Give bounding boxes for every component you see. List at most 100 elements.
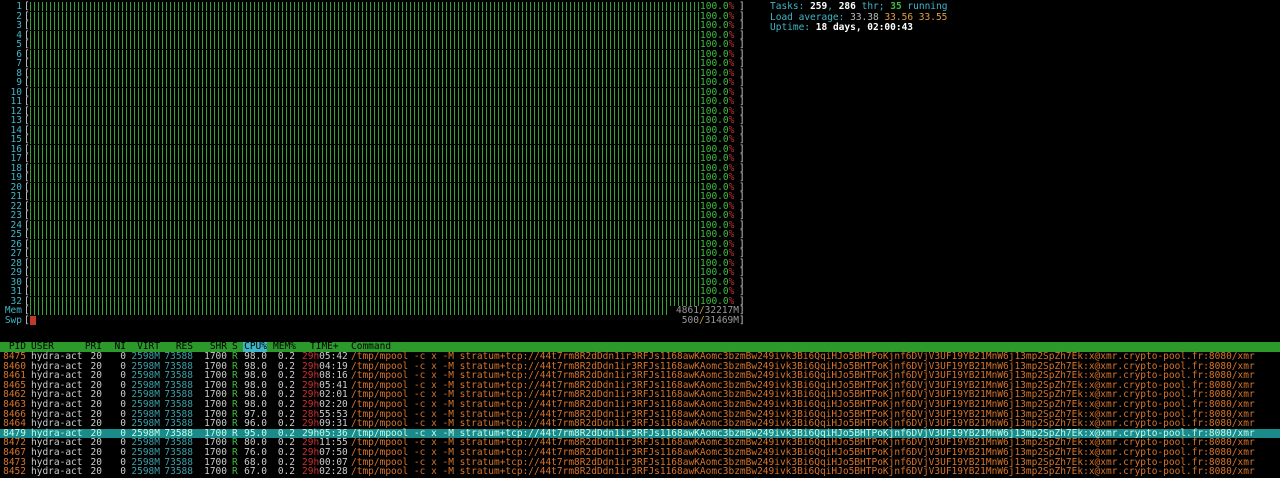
swap-bracket-close: ] [739,314,745,326]
process-user: hydra-act [31,466,83,478]
process-mem: 0.2 [277,446,295,458]
process-row[interactable]: 8452 hydra-act 20 0 2598M 73588 1700 R 67.0 0.2 29… [0,467,1280,477]
cpu-meter: 14[100.0%] [0,125,745,136]
cpu-meter: 22[100.0%] [0,201,745,212]
running-count: 35 [890,1,902,12]
cpu-meter: 11[100.0%] [0,97,745,107]
cpu-meter: 3[100.0%] [0,21,745,31]
swap-text: 500/31469M [682,314,739,326]
cpu-bar [30,125,702,135]
cpu-bar [30,68,702,78]
process-nice: 0 [120,446,126,458]
cpu-bar [30,59,702,68]
cpu-bar [30,230,702,239]
mem-bar [30,306,670,315]
cpu-bar [30,277,702,287]
process-shr: 1700 [204,446,227,458]
cpu-meter: 4[100.0%] [0,30,745,41]
cpu-meter: 8[100.0%] [0,68,745,79]
uptime-label: Uptime: [770,22,811,33]
cpu-meter: 15[100.0%] [0,135,745,145]
cpu-bar [30,21,702,30]
cpu-meter: 16[100.0%] [0,144,745,155]
cpu-bar [30,97,702,106]
swap-total: 31469M [704,314,739,326]
process-mem: 0.2 [277,466,295,478]
cpu-bar [30,249,702,258]
thread-label: thr; [861,1,885,12]
cpu-bar [30,40,702,49]
cpu-bar [30,239,702,249]
uptime-value: 18 days, 02:00:43 [815,22,914,33]
cpu-bar [30,106,702,116]
process-res: 73588 [164,446,193,458]
cpu-meter: 23[100.0%] [0,211,745,221]
process-cpu: 76.0 [244,446,267,458]
load-15: 33.55 [918,11,948,23]
uptime-line: Uptime: 18 days, 02:00:43 [770,22,947,34]
cpu-meter: 27[100.0%] [0,249,745,259]
cpu-bar [30,287,702,296]
tasks-count: 259 [810,1,828,12]
process-command: /tmp/mpool -c x -M stratum+tcp://44t7rm8… [351,466,1255,478]
process-time-minutes: 02:28 [319,466,348,478]
tasks-label: Tasks: [770,1,805,12]
cpu-bar [30,296,702,306]
cpu-meter: 20[100.0%] [0,182,745,193]
process-pid: 8467 [3,446,26,458]
process-list: 8475 hydra-act 20 0 2598M 73588 1700 R 98.0 0.2 29… [0,352,1280,477]
cpu-bar [30,211,702,220]
cpu-meter: 5[100.0%] [0,40,745,50]
cpu-meter: 7[100.0%] [0,59,745,69]
cpu-bar [30,258,702,268]
cpu-meter: 26[100.0%] [0,239,745,250]
cpu-meter: 10[100.0%] [0,87,745,98]
cpu-meter: 13[100.0%] [0,116,745,126]
cpu-bar [30,2,702,11]
cpu-meter: 32[100.0%] [0,296,745,307]
process-priority: 20 [90,446,102,458]
cpu-meter: 29[100.0%] [0,268,745,278]
cpu-bar [30,154,702,163]
cpu-meter: 31[100.0%] [0,287,745,297]
swap-meter: Swp [ 500/31469M ] [0,314,745,326]
process-time-hours: 29h [302,466,320,478]
cpu-meter: 12[100.0%] [0,106,745,117]
running-label: running [907,1,948,12]
cpu-meter: 19[100.0%] [0,173,745,183]
swap-bar [30,315,36,325]
cpu-bar [30,201,702,211]
swap-label: Swp [4,314,22,326]
process-cpu: 67.0 [244,466,267,478]
cpu-bar [30,268,702,277]
process-res: 73588 [164,466,193,478]
cpu-bar [30,30,702,40]
swap-bracket-open: [ [24,314,30,326]
cpu-bar [30,173,702,182]
cpu-bar [30,163,702,173]
cpu-meter: 30[100.0%] [0,277,745,288]
mem-meter: Mem [ 4861/32217M ] [0,306,745,316]
cpu-meters: 1[100.0%] 2[100.0%] 3[100.0%] 4[100.0%] 5[10… [0,2,745,306]
process-virt: 2598M [131,446,160,458]
cpu-meter: 9[100.0%] [0,78,745,88]
cpu-bar [30,116,702,125]
process-nice: 0 [120,466,126,478]
process-state: R [232,466,238,478]
cpu-bar [30,220,702,230]
cpu-meter: 28[100.0%] [0,258,745,269]
cpu-bar [30,87,702,97]
cpu-bar [30,49,702,59]
tasks-sep: , [827,1,833,12]
cpu-meter: 25[100.0%] [0,230,745,240]
meters-panel: 1[100.0%] 2[100.0%] 3[100.0%] 4[100.0%] 5[10… [0,2,745,325]
process-priority: 20 [90,466,102,478]
process-pid: 8452 [3,466,26,478]
cpu-bar [30,135,702,144]
cpu-meter: 17[100.0%] [0,154,745,164]
cpu-bar [30,78,702,87]
load-1: 33.38 [850,11,879,23]
cpu-meter: 21[100.0%] [0,192,745,202]
process-user: hydra-act [31,446,83,458]
process-shr: 1700 [204,466,227,478]
